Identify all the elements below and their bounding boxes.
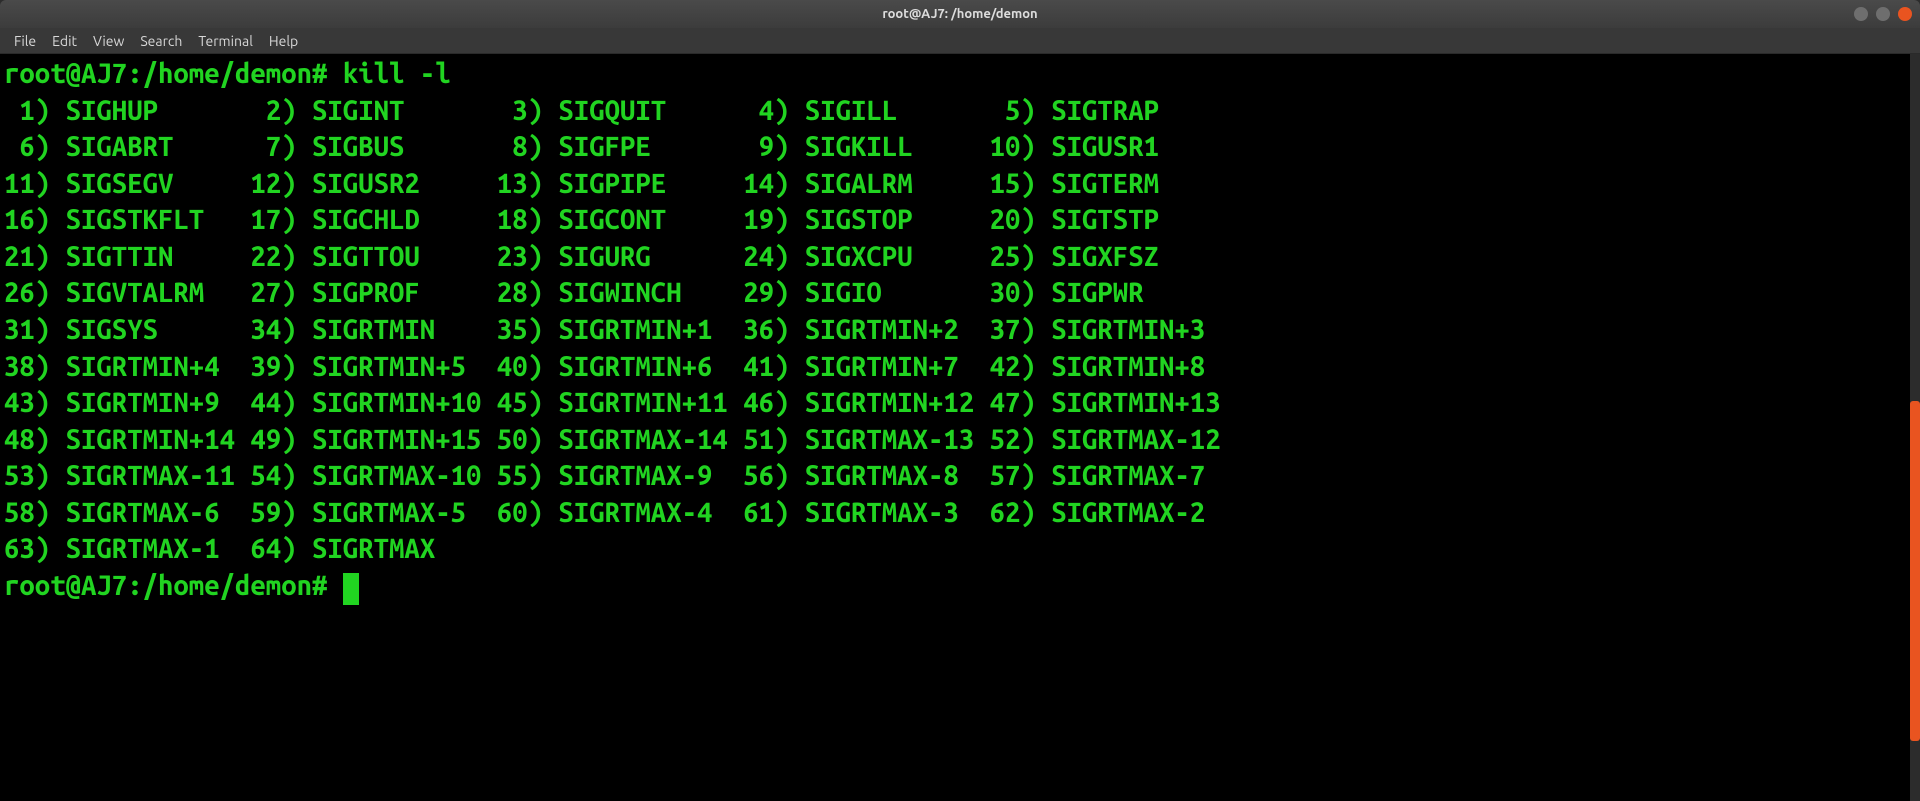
menu-help[interactable]: Help bbox=[261, 33, 306, 49]
scrollbar-thumb[interactable] bbox=[1910, 401, 1920, 741]
signal-row: 6) SIGABRT 7) SIGBUS 8) SIGFPE 9) SIGKIL… bbox=[4, 129, 1916, 166]
signal-row: 1) SIGHUP 2) SIGINT 3) SIGQUIT 4) SIGILL… bbox=[4, 93, 1916, 130]
shell-prompt-bottom: root@AJ7:/home/demon# bbox=[4, 570, 327, 601]
scrollbar-track[interactable] bbox=[1910, 54, 1920, 801]
maximize-button[interactable] bbox=[1876, 7, 1890, 21]
menu-file[interactable]: File bbox=[6, 33, 44, 49]
signal-row: 48) SIGRTMIN+14 49) SIGRTMIN+15 50) SIGR… bbox=[4, 422, 1916, 459]
command-text: kill -l bbox=[343, 58, 451, 89]
window-controls bbox=[1854, 7, 1912, 21]
signal-row: 38) SIGRTMIN+4 39) SIGRTMIN+5 40) SIGRTM… bbox=[4, 349, 1916, 386]
signal-row: 53) SIGRTMAX-11 54) SIGRTMAX-10 55) SIGR… bbox=[4, 458, 1916, 495]
titlebar: root@AJ7: /home/demon bbox=[0, 0, 1920, 28]
signal-row: 16) SIGSTKFLT 17) SIGCHLD 18) SIGCONT 19… bbox=[4, 202, 1916, 239]
menu-view[interactable]: View bbox=[85, 33, 132, 49]
cursor bbox=[343, 573, 359, 605]
window-title: root@AJ7: /home/demon bbox=[882, 7, 1037, 21]
menu-search[interactable]: Search bbox=[132, 33, 190, 49]
menu-edit[interactable]: Edit bbox=[44, 33, 85, 49]
signal-row: 58) SIGRTMAX-6 59) SIGRTMAX-5 60) SIGRTM… bbox=[4, 495, 1916, 532]
terminal-output[interactable]: root@AJ7:/home/demon# kill -l 1) SIGHUP … bbox=[0, 54, 1920, 801]
menu-terminal[interactable]: Terminal bbox=[190, 33, 261, 49]
signal-row: 63) SIGRTMAX-1 64) SIGRTMAX bbox=[4, 531, 1916, 568]
signal-row: 43) SIGRTMIN+9 44) SIGRTMIN+10 45) SIGRT… bbox=[4, 385, 1916, 422]
signal-list: 1) SIGHUP 2) SIGINT 3) SIGQUIT 4) SIGILL… bbox=[4, 93, 1916, 568]
signal-row: 11) SIGSEGV 12) SIGUSR2 13) SIGPIPE 14) … bbox=[4, 166, 1916, 203]
signal-row: 21) SIGTTIN 22) SIGTTOU 23) SIGURG 24) S… bbox=[4, 239, 1916, 276]
signal-row: 26) SIGVTALRM 27) SIGPROF 28) SIGWINCH 2… bbox=[4, 275, 1916, 312]
minimize-button[interactable] bbox=[1854, 7, 1868, 21]
menubar: File Edit View Search Terminal Help bbox=[0, 28, 1920, 54]
shell-prompt: root@AJ7:/home/demon# bbox=[4, 58, 327, 89]
signal-row: 31) SIGSYS 34) SIGRTMIN 35) SIGRTMIN+1 3… bbox=[4, 312, 1916, 349]
close-button[interactable] bbox=[1898, 7, 1912, 21]
